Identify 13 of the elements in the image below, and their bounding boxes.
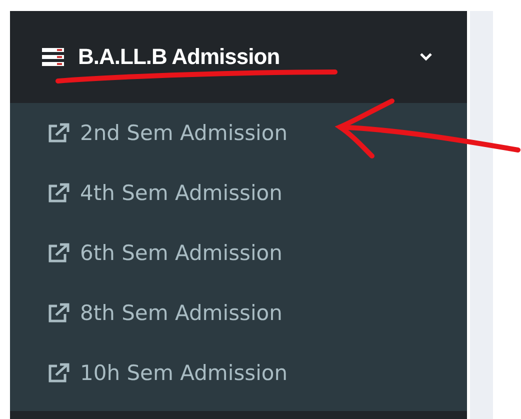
external-link-icon bbox=[48, 243, 70, 263]
submenu-item[interactable]: 10h Sem Admission bbox=[10, 343, 467, 403]
menu-title: B.A.LL.B Admission bbox=[78, 44, 281, 70]
list-icon bbox=[42, 48, 64, 66]
submenu-item[interactable]: 8th Sem Admission bbox=[10, 283, 467, 343]
external-link-icon bbox=[48, 363, 70, 383]
submenu-item[interactable]: 6th Sem Admission bbox=[10, 223, 467, 283]
menu-header[interactable]: B.A.LL.B Admission bbox=[10, 11, 467, 103]
submenu-item[interactable]: 4th Sem Admission bbox=[10, 163, 467, 223]
submenu-item[interactable]: 2nd Sem Admission bbox=[10, 103, 467, 163]
external-link-icon bbox=[48, 123, 70, 143]
external-link-icon bbox=[48, 303, 70, 323]
external-link-icon bbox=[48, 183, 70, 203]
